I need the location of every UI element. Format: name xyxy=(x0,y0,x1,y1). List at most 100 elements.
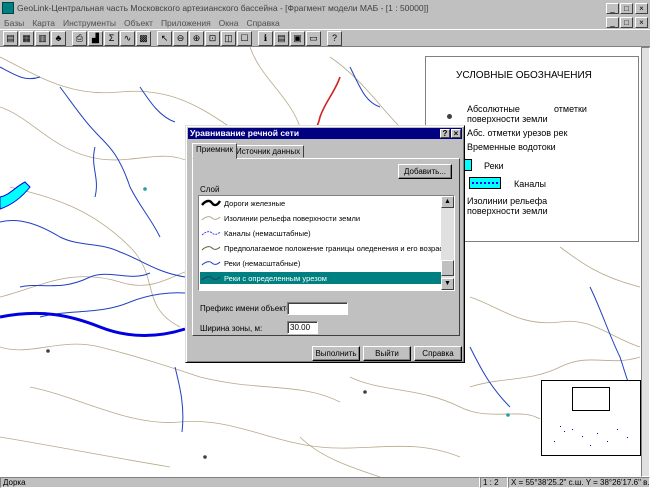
tab-receiver[interactable]: Приемник xyxy=(192,143,238,159)
zoom-in-icon: ⊕ xyxy=(192,32,201,43)
dialog-help-button[interactable]: ? xyxy=(440,129,450,138)
reservoir xyxy=(0,181,31,210)
layer-item-label: Изолинии рельефа поверхности земли xyxy=(224,213,361,223)
legend-title: УСЛОВНЫЕ ОБОЗНАЧЕНИЯ xyxy=(456,70,592,81)
maximize-button[interactable]: □ xyxy=(620,2,633,14)
zoom-in-tool-button[interactable]: ⊕ xyxy=(189,30,204,46)
minimize-button[interactable]: _ xyxy=(606,2,619,14)
stats-tool-button[interactable]: Σ xyxy=(104,30,119,46)
menu-apps[interactable]: Приложения xyxy=(157,18,215,28)
layer-item-contour[interactable]: Изолинии рельефа поверхности земли xyxy=(200,212,441,224)
dialog-title-bar[interactable]: Уравнивание речной сети ? × xyxy=(188,128,462,139)
info-tool-button[interactable]: ℹ xyxy=(258,30,273,46)
layer-list[interactable]: Дороги железные Изолинии рельефа поверхн… xyxy=(198,195,455,291)
mdi-close-button[interactable]: × xyxy=(635,17,648,28)
menu-map[interactable]: Карта xyxy=(28,18,59,28)
scroll-up-icon[interactable]: ▲ xyxy=(441,196,454,208)
legend-abs-marks-c: поверхности земли xyxy=(467,114,548,124)
report-tool-button[interactable]: ▣ xyxy=(290,30,305,46)
river-mark-symbol-icon xyxy=(201,276,221,281)
scroll-down-icon[interactable]: ▼ xyxy=(441,278,454,290)
river-network-dialog: Уравнивание речной сети ? × Приемник Ист… xyxy=(185,125,465,363)
menu-help[interactable]: Справка xyxy=(242,18,283,28)
prefix-input[interactable] xyxy=(287,302,348,315)
rail-symbol-icon xyxy=(201,199,222,207)
chart-tool-button[interactable]: ▟ xyxy=(88,30,103,46)
elevation-mark-symbol xyxy=(447,114,452,119)
database-tool-button[interactable]: ▦ xyxy=(19,30,34,46)
menu-object[interactable]: Объект xyxy=(120,18,157,28)
help-icon: ? xyxy=(331,32,337,43)
mdi-controls: _ □ × xyxy=(605,17,648,28)
border-symbol-icon xyxy=(201,246,221,251)
print-tool-button[interactable]: ⎙ xyxy=(72,30,87,46)
help-button[interactable]: Справка xyxy=(414,346,462,361)
window-title: GeoLink-Центральная часть Московского ар… xyxy=(17,3,429,13)
tree-tool-button[interactable]: ♣ xyxy=(51,30,66,46)
layer-item-glacier-border[interactable]: Предполагаемое положение границы оледене… xyxy=(200,242,447,254)
pan-tool-button[interactable]: ☐ xyxy=(237,30,252,46)
tab-data-source[interactable]: Источник данных xyxy=(232,145,305,158)
table-icon: ▤ xyxy=(277,32,286,43)
menu-bases[interactable]: Базы xyxy=(0,18,28,28)
app-icon xyxy=(2,2,14,14)
overview-map[interactable] xyxy=(541,380,641,456)
menu-tools[interactable]: Инструменты xyxy=(59,18,120,28)
dialog-title: Уравнивание речной сети xyxy=(190,128,300,138)
width-input[interactable]: 30.00 xyxy=(287,321,318,334)
layer-item-canal[interactable]: Каналы (немасштабные) xyxy=(200,227,441,239)
title-bar: GeoLink-Центральная часть Московского ар… xyxy=(0,0,650,16)
legend-contours-a: Изолинии рельефа xyxy=(467,196,548,206)
close-button[interactable]: × xyxy=(635,2,648,14)
exit-button[interactable]: Выйти xyxy=(363,346,411,361)
run-button[interactable]: Выполнить xyxy=(312,346,360,361)
export-tool-button[interactable]: ▭ xyxy=(306,30,321,46)
tree-icon: ♣ xyxy=(55,32,62,43)
menu-bar: Базы Карта Инструменты Объект Приложения… xyxy=(0,16,650,29)
open-database-tool-button[interactable]: ▤ xyxy=(3,30,18,46)
canal-swatch xyxy=(469,177,501,189)
chart-icon: ▟ xyxy=(92,32,99,43)
zoom-extent-tool-button[interactable]: ◫ xyxy=(221,30,236,46)
canal-symbol-icon xyxy=(201,231,221,236)
zoom-window-tool-button[interactable]: ⊡ xyxy=(205,30,220,46)
table-tool-button[interactable]: ▤ xyxy=(274,30,289,46)
map-vertical-scrollbar[interactable] xyxy=(641,47,650,477)
zoom-out-icon: ⊖ xyxy=(176,32,185,43)
graph-tool-button[interactable]: ∿ xyxy=(120,30,135,46)
layers-icon: ▥ xyxy=(38,32,47,43)
status-scale: 1 : 2 xyxy=(480,477,508,488)
grid-tool-button[interactable]: ▩ xyxy=(136,30,151,46)
layer-item-label: Реки с определенным урезом xyxy=(224,273,327,283)
layer-item-label: Каналы (немасштабные) xyxy=(224,228,311,238)
pointer-icon: ↖ xyxy=(160,32,169,43)
pointer-tool-button[interactable]: ↖ xyxy=(157,30,172,46)
menu-windows[interactable]: Окна xyxy=(215,18,243,28)
open-database-icon: ▤ xyxy=(6,32,15,43)
layer-label: Слой xyxy=(200,185,220,194)
mdi-restore-button[interactable]: □ xyxy=(620,17,633,28)
zoom-out-tool-button[interactable]: ⊖ xyxy=(173,30,188,46)
mdi-minimize-button[interactable]: _ xyxy=(606,17,619,28)
layer-item-label: Предполагаемое положение границы оледене… xyxy=(224,243,447,253)
width-label: Ширина зоны, м: xyxy=(200,324,263,333)
layer-item-river[interactable]: Реки (немасштабные) xyxy=(200,257,441,269)
layer-list-scrollbar[interactable]: ▲ ▼ xyxy=(441,196,454,290)
layers-tool-button[interactable]: ▥ xyxy=(35,30,50,46)
database-icon: ▦ xyxy=(22,32,31,43)
layer-item-river-mark[interactable]: Реки с определенным урезом xyxy=(200,272,441,284)
report-icon: ▣ xyxy=(293,32,302,43)
add-button[interactable]: Добавить... xyxy=(398,164,452,179)
help-tool-button[interactable]: ? xyxy=(327,30,342,46)
legend-rivers: Реки xyxy=(484,161,504,171)
stats-icon: Σ xyxy=(108,32,115,43)
dialog-close-button[interactable]: × xyxy=(451,129,461,138)
legend-abs-marks-a: Абсолютные xyxy=(467,104,520,114)
layer-item-rail[interactable]: Дороги железные xyxy=(200,197,441,209)
status-coords: X = 55°38'25.2" с.ш. Y = 38°26'17.6" в.д… xyxy=(508,477,650,488)
river-symbol-icon xyxy=(201,261,221,266)
contour-symbol-icon xyxy=(201,216,221,221)
scroll-thumb[interactable] xyxy=(441,260,454,276)
legend-contours-b: поверхности земли xyxy=(467,206,548,216)
prefix-label: Префикс имени объектов: xyxy=(200,304,298,313)
